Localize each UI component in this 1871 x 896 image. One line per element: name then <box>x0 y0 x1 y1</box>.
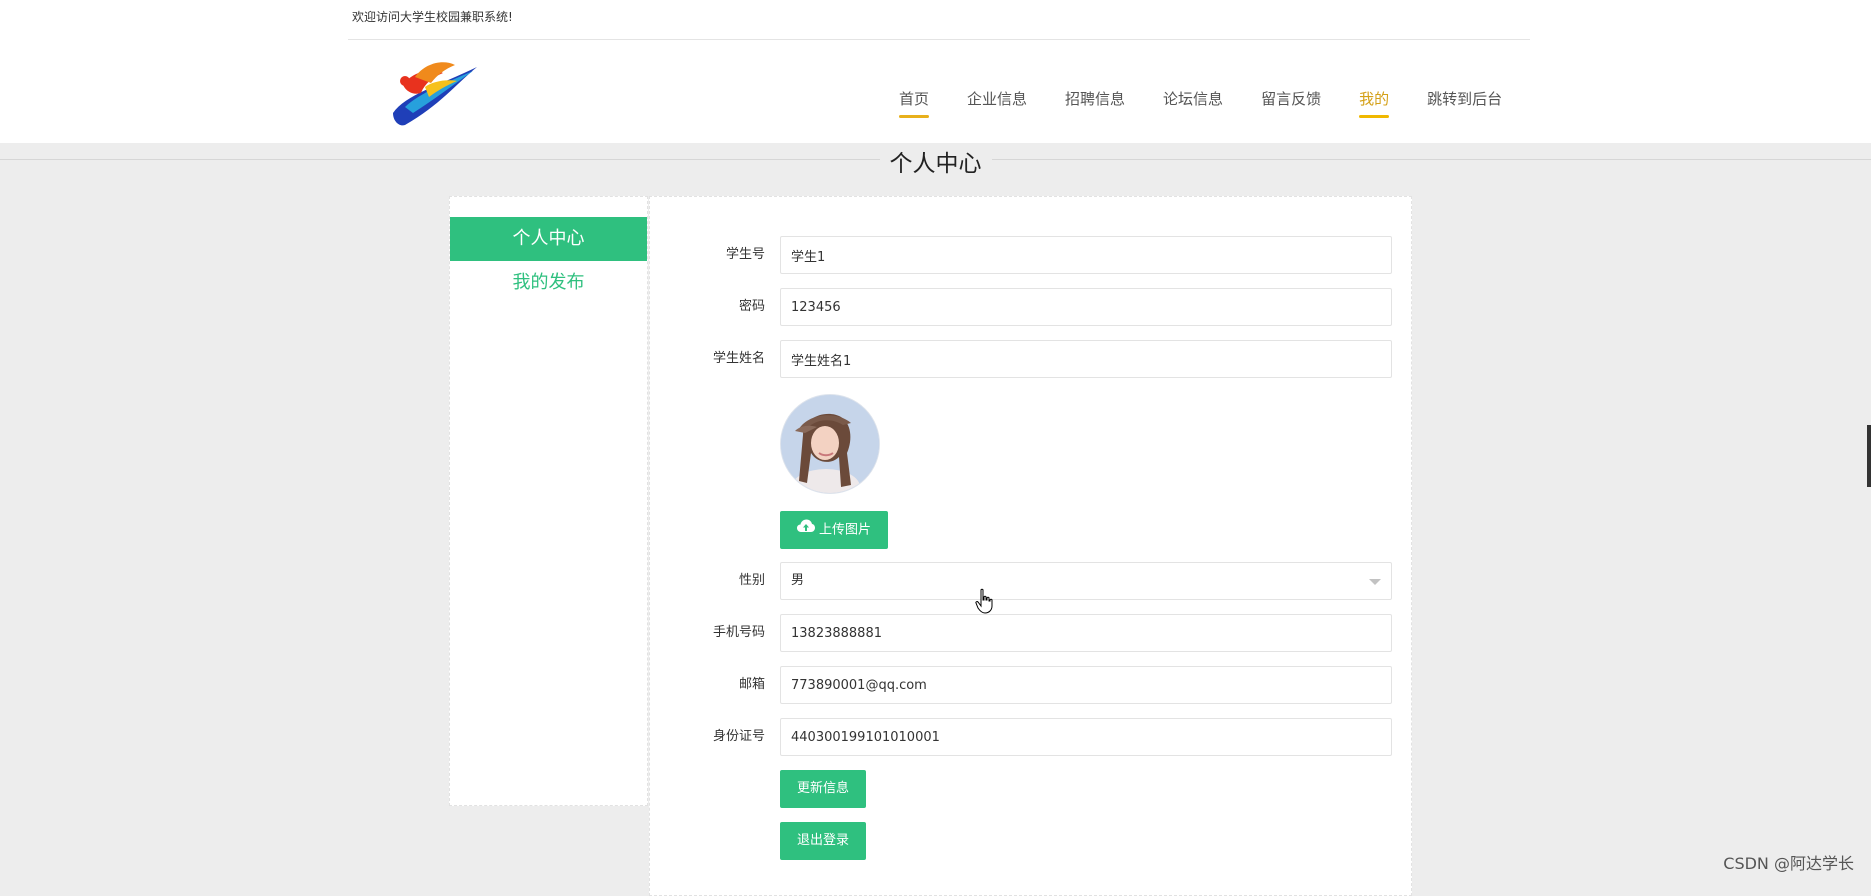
nav-item-home[interactable]: 首页 <box>880 80 948 120</box>
watermark: CSDN @阿达学长 <box>1723 854 1854 873</box>
nav-item-mine[interactable]: 我的 <box>1340 80 1408 120</box>
form-row-gender: 性别 男 <box>650 562 1413 600</box>
logout-button[interactable]: 退出登录 <box>780 822 867 860</box>
student-no-input[interactable] <box>780 236 1392 274</box>
section-title-bar: 个人中心 <box>0 144 1871 178</box>
upload-image-button[interactable]: 上传图片 <box>780 511 889 549</box>
cloud-upload-icon <box>797 511 815 549</box>
update-info-button[interactable]: 更新信息 <box>780 770 867 808</box>
form-row-phone: 手机号码 <box>650 614 1413 652</box>
form-row-password: 密码 <box>650 288 1413 326</box>
student-no-label: 学生号 <box>725 247 765 262</box>
upload-image-label: 上传图片 <box>819 522 872 538</box>
avatar-photo-icon <box>781 395 879 493</box>
hand-cursor-icon <box>975 588 993 614</box>
avatar <box>780 394 880 494</box>
scrollbar-thumb[interactable] <box>1867 425 1871 487</box>
form-row-id-card: 身份证号 <box>650 718 1413 756</box>
sidebar: 个人中心 我的发布 <box>449 196 648 806</box>
nav-item-recruit[interactable]: 招聘信息 <box>1046 80 1144 120</box>
welcome-text: 欢迎访问大学生校园兼职系统! <box>352 10 513 24</box>
nav-item-company[interactable]: 企业信息 <box>948 80 1046 120</box>
password-label: 密码 <box>738 299 765 314</box>
nav-item-admin[interactable]: 跳转到后台 <box>1408 80 1521 120</box>
gender-label: 性别 <box>738 573 765 588</box>
main-nav: 首页 企业信息 招聘信息 论坛信息 留言反馈 我的 跳转到后台 <box>880 80 1521 120</box>
nav-item-feedback[interactable]: 留言反馈 <box>1242 80 1340 120</box>
gender-select[interactable]: 男 <box>780 562 1392 600</box>
email-input[interactable] <box>780 666 1392 704</box>
gender-value: 男 <box>791 573 805 588</box>
site-logo-icon[interactable] <box>385 55 485 130</box>
phone-label: 手机号码 <box>712 625 765 640</box>
profile-form: 学生号 密码 学生姓名 上传图片 性别 男 <box>649 196 1412 896</box>
nav-item-forum[interactable]: 论坛信息 <box>1144 80 1242 120</box>
form-row-email: 邮箱 <box>650 666 1413 704</box>
form-row-student-name: 学生姓名 <box>650 340 1413 378</box>
student-name-label: 学生姓名 <box>712 351 765 366</box>
email-label: 邮箱 <box>738 677 765 692</box>
student-name-input[interactable] <box>780 340 1392 378</box>
id-card-label: 身份证号 <box>712 729 765 744</box>
top-header: 欢迎访问大学生校园兼职系统! 首页 企业信息 招聘信息 论坛信息 留言反馈 我的… <box>0 0 1871 143</box>
section-title: 个人中心 <box>879 144 992 178</box>
phone-input[interactable] <box>780 614 1392 652</box>
caret-down-icon <box>1369 579 1381 585</box>
id-card-input[interactable] <box>780 718 1392 756</box>
password-input[interactable] <box>780 288 1392 326</box>
header-divider <box>348 39 1530 40</box>
sidebar-item-my-posts[interactable]: 我的发布 <box>450 261 647 305</box>
form-row-student-no: 学生号 <box>650 236 1413 274</box>
sidebar-item-profile[interactable]: 个人中心 <box>450 217 647 261</box>
